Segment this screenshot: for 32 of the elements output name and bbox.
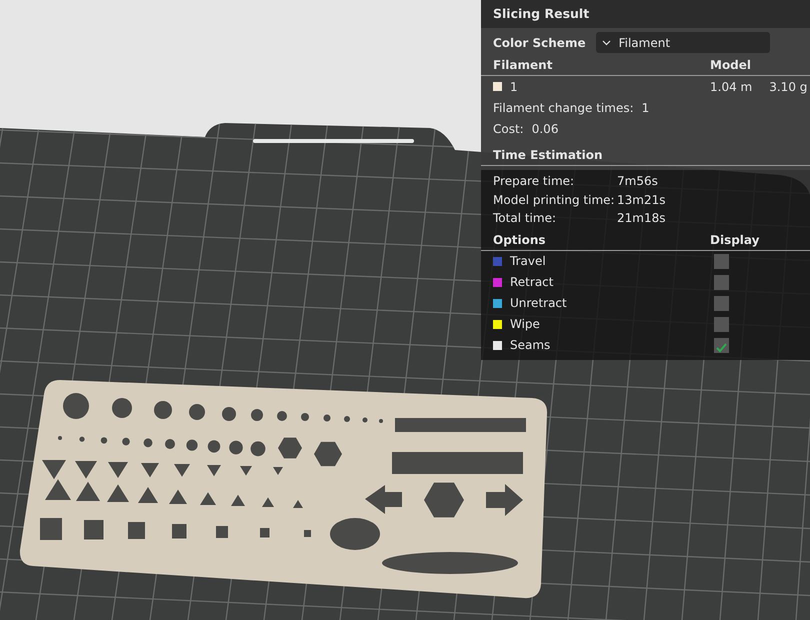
column-header: Filament: [493, 57, 552, 74]
filament-change-label: Filament change times:: [493, 100, 634, 116]
filament-name: 1: [510, 78, 518, 96]
option-label: Retract: [510, 274, 554, 291]
display-checkbox[interactable]: [714, 316, 729, 332]
display-checkbox[interactable]: [714, 254, 729, 268]
display-checkbox[interactable]: [714, 338, 729, 352]
column-header: Model: [710, 57, 752, 74]
section-title: Time Estimation: [493, 147, 603, 164]
column-header: Options: [493, 232, 546, 248]
display-checkbox[interactable]: [714, 296, 729, 310]
cost-label: Cost:: [493, 120, 524, 138]
time-value: 21m18s: [617, 210, 666, 228]
time-label: Prepare time:: [493, 173, 576, 190]
display-checkbox[interactable]: [714, 274, 729, 290]
option-label: Seams: [510, 337, 550, 354]
filament-weight: 3.10 g: [769, 80, 808, 94]
option-label: Travel: [510, 253, 546, 270]
color-scheme-label: Color Scheme: [493, 34, 586, 52]
panel-title: Slicing Result: [481, 0, 810, 28]
cost-value: 0.06: [532, 120, 558, 138]
time-value: 13m21s: [617, 192, 666, 209]
option-label: Wipe: [510, 316, 540, 333]
time-label: Total time:: [493, 210, 557, 228]
chevron-down-icon: [602, 40, 611, 46]
column-header: Display: [710, 232, 760, 248]
filament-change-value: 1: [642, 100, 650, 116]
time-label: Model printing time:: [493, 192, 616, 209]
option-label: Unretract: [510, 295, 567, 312]
time-value: 7m56s: [617, 173, 658, 190]
color-scheme-dropdown[interactable]: Filament: [596, 32, 770, 53]
filament-length: 1.04 m: [710, 80, 752, 94]
